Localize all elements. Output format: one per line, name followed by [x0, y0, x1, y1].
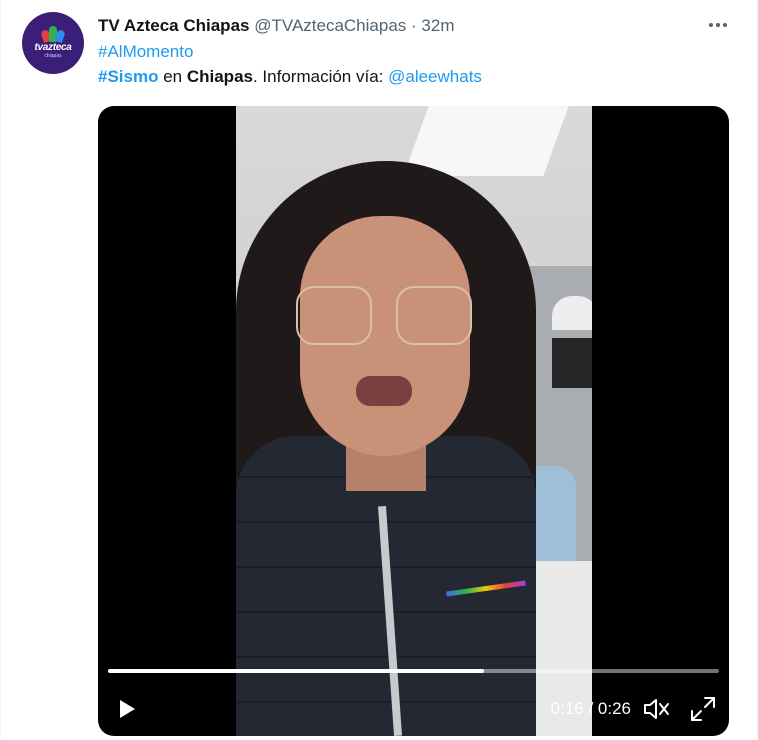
author-name[interactable]: TV Azteca Chiapas — [98, 16, 249, 35]
hashtag-almomento[interactable]: #AlMomento — [98, 42, 193, 61]
header-separator: · — [411, 16, 417, 35]
volume-icon[interactable] — [641, 694, 671, 724]
text-rest: . Información vía: — [252, 67, 389, 86]
hashtag-sismo[interactable]: #Sismo — [98, 67, 158, 86]
video-current-time: 0:16 — [550, 699, 584, 718]
timestamp[interactable]: 32m — [421, 16, 454, 35]
video-time-separator: / — [583, 699, 598, 718]
video-time: 0:16 / 0:26 — [551, 698, 631, 720]
video-frame — [236, 106, 592, 736]
tv-azteca-logo-icon — [40, 26, 66, 44]
avatar[interactable]: tvazteca chiapas — [22, 12, 84, 74]
avatar-brand-text: tvazteca — [34, 42, 72, 53]
mention-aleewhats[interactable]: @aleewhats — [388, 67, 482, 86]
text-connector: en — [158, 67, 187, 86]
video-duration: 0:26 — [597, 699, 631, 718]
fullscreen-icon[interactable] — [688, 694, 718, 724]
tweet-text-line-1: #AlMomento — [98, 41, 193, 63]
tweet-header: TV Azteca Chiapas @TVAztecaChiapas · 32m — [98, 15, 455, 37]
tweet-text-line-2: #Sismo en Chiapas. Información vía: @ale… — [98, 66, 482, 88]
play-icon[interactable] — [116, 694, 138, 724]
author-handle[interactable]: @TVAztecaChiapas — [254, 16, 406, 35]
video-player[interactable]: 0:16 / 0:26 — [98, 106, 729, 736]
text-place: Chiapas — [186, 67, 253, 86]
more-options-icon[interactable] — [706, 18, 730, 32]
video-progress-fill — [108, 669, 484, 673]
avatar-sub-text: chiapas — [44, 53, 62, 59]
video-progress-bar[interactable] — [108, 669, 719, 673]
